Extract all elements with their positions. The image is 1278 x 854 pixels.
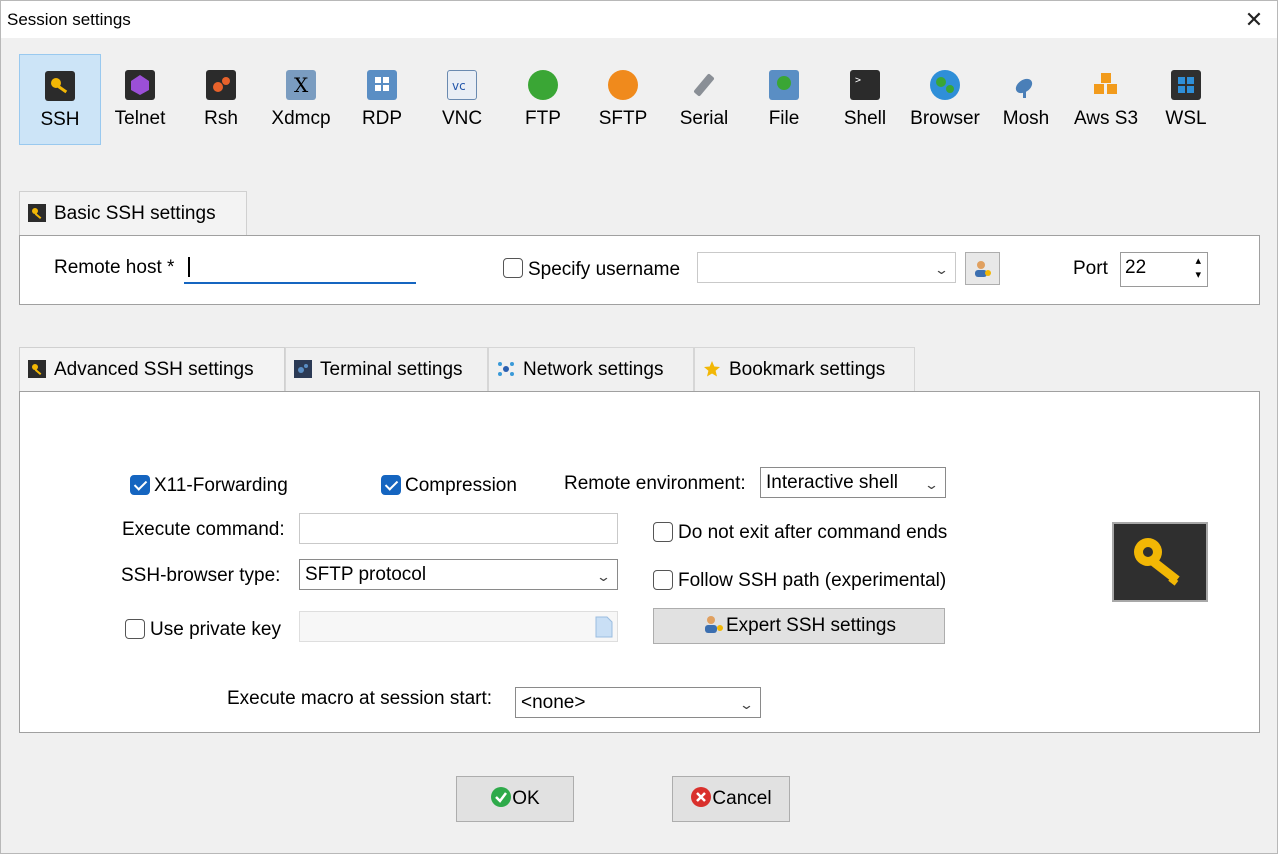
wsl-icon (1171, 70, 1201, 100)
ok-button[interactable]: OK (456, 776, 574, 822)
protocol-aws-s3-button[interactable]: Aws S3 (1065, 54, 1147, 145)
aws-s3-icon (1091, 70, 1121, 100)
protocol-mosh-button[interactable]: Mosh (985, 54, 1067, 145)
vnc-icon: vc (447, 70, 477, 100)
x11-forwarding-checkbox[interactable] (130, 475, 150, 495)
terminal-icon (294, 360, 312, 378)
ssh-browser-type-label: SSH-browser type: (121, 565, 281, 586)
ftp-icon (528, 70, 558, 100)
protocol-telnet-button[interactable]: Telnet (99, 54, 181, 145)
compression-checkbox[interactable] (381, 475, 401, 495)
protocol-browser-button[interactable]: Browser (904, 54, 986, 145)
chevron-down-icon: ⌄ (923, 477, 940, 492)
cancel-button[interactable]: Cancel (672, 776, 790, 822)
protocol-xdmcp-button[interactable]: X Xdmcp (260, 54, 342, 145)
shell-icon: > (850, 70, 880, 100)
port-label: Port (1073, 258, 1108, 279)
svg-text:X: X (294, 73, 309, 97)
svg-text:>: > (855, 75, 861, 86)
cancel-circle-icon (691, 787, 712, 807)
execute-macro-select[interactable]: <none> ⌄ (515, 687, 761, 718)
protocol-ssh-button[interactable]: SSH (19, 54, 101, 145)
tab-network-settings[interactable]: Network settings (488, 347, 694, 392)
protocol-wsl-button[interactable]: WSL (1145, 54, 1227, 145)
x11-forwarding-label: X11-Forwarding (154, 475, 288, 496)
follow-ssh-path-label: Follow SSH path (experimental) (678, 570, 947, 591)
basic-settings-panel: Remote host * Specify username ⌄ Port 22… (19, 235, 1260, 305)
protocol-sftp-button[interactable]: SFTP (582, 54, 664, 145)
execute-macro-label: Execute macro at session start: (227, 688, 493, 709)
ssh-browser-type-select[interactable]: SFTP protocol ⌄ (299, 559, 618, 590)
expert-ssh-settings-button[interactable]: Expert SSH settings (653, 608, 945, 644)
user-key-icon (974, 261, 991, 277)
ssh-icon (45, 71, 75, 101)
protocol-ftp-button[interactable]: FTP (502, 54, 584, 145)
private-key-input[interactable] (299, 611, 618, 642)
port-spinner[interactable]: 22 ▴ ▾ (1120, 252, 1208, 287)
use-private-key-label: Use private key (150, 619, 281, 640)
do-not-exit-label: Do not exit after command ends (678, 522, 948, 543)
file-icon (769, 70, 799, 100)
check-circle-icon (491, 787, 512, 807)
protocol-serial-button[interactable]: Serial (663, 54, 745, 145)
protocol-vnc-button[interactable]: vc VNC (421, 54, 503, 145)
file-browse-icon[interactable] (595, 616, 613, 638)
protocol-rsh-button[interactable]: Rsh (180, 54, 262, 145)
star-icon (704, 361, 720, 377)
serial-icon (689, 70, 719, 100)
wrench-icon (28, 360, 46, 378)
follow-ssh-path-checkbox[interactable] (653, 570, 673, 590)
remote-environment-select[interactable]: Interactive shell ⌄ (760, 467, 946, 498)
ssh-key-large-icon (1112, 522, 1208, 602)
svg-text:vc: vc (452, 79, 466, 93)
rdp-icon (367, 70, 397, 100)
compression-label: Compression (405, 475, 517, 496)
specify-username-checkbox[interactable] (503, 258, 523, 278)
browser-icon (930, 70, 960, 100)
mosh-icon (1011, 70, 1041, 100)
chevron-down-icon: ⌄ (738, 697, 755, 712)
protocol-file-button[interactable]: File (743, 54, 825, 145)
title-bar: Session settings ✕ (1, 1, 1277, 38)
chevron-down-icon: ⌄ (595, 569, 612, 584)
protocol-shell-button[interactable]: > Shell (824, 54, 906, 145)
specify-username-label: Specify username (528, 259, 681, 280)
network-icon (498, 362, 514, 376)
remote-environment-label: Remote environment: (564, 473, 746, 494)
wrench-icon (28, 204, 46, 222)
user-manager-button[interactable] (965, 252, 1000, 285)
spin-down-icon[interactable]: ▾ (1195, 261, 1201, 290)
sftp-icon (608, 70, 638, 100)
username-select[interactable]: ⌄ (697, 252, 956, 283)
xdmcp-icon: X (286, 70, 316, 100)
user-key-icon (704, 616, 723, 633)
telnet-icon (125, 70, 155, 100)
tab-bookmark-settings[interactable]: Bookmark settings (694, 347, 915, 392)
advanced-settings-panel: X11-Forwarding Compression Remote enviro… (19, 391, 1260, 733)
tab-basic-ssh-settings[interactable]: Basic SSH settings (19, 191, 247, 236)
remote-host-input[interactable] (184, 253, 416, 284)
close-icon[interactable]: ✕ (1231, 1, 1277, 38)
chevron-down-icon: ⌄ (933, 262, 950, 277)
execute-command-input[interactable] (299, 513, 618, 544)
tab-advanced-ssh-settings[interactable]: Advanced SSH settings (19, 347, 285, 392)
execute-command-label: Execute command: (122, 519, 285, 540)
window-title: Session settings (7, 10, 131, 29)
rsh-icon (206, 70, 236, 100)
tab-terminal-settings[interactable]: Terminal settings (285, 347, 488, 392)
text-caret (188, 257, 190, 277)
remote-host-label: Remote host * (54, 257, 175, 278)
session-settings-dialog: Session settings ✕ SSH Telnet Rsh X Xdmc… (0, 0, 1278, 854)
protocol-rdp-button[interactable]: RDP (341, 54, 423, 145)
use-private-key-checkbox[interactable] (125, 619, 145, 639)
do-not-exit-checkbox[interactable] (653, 522, 673, 542)
